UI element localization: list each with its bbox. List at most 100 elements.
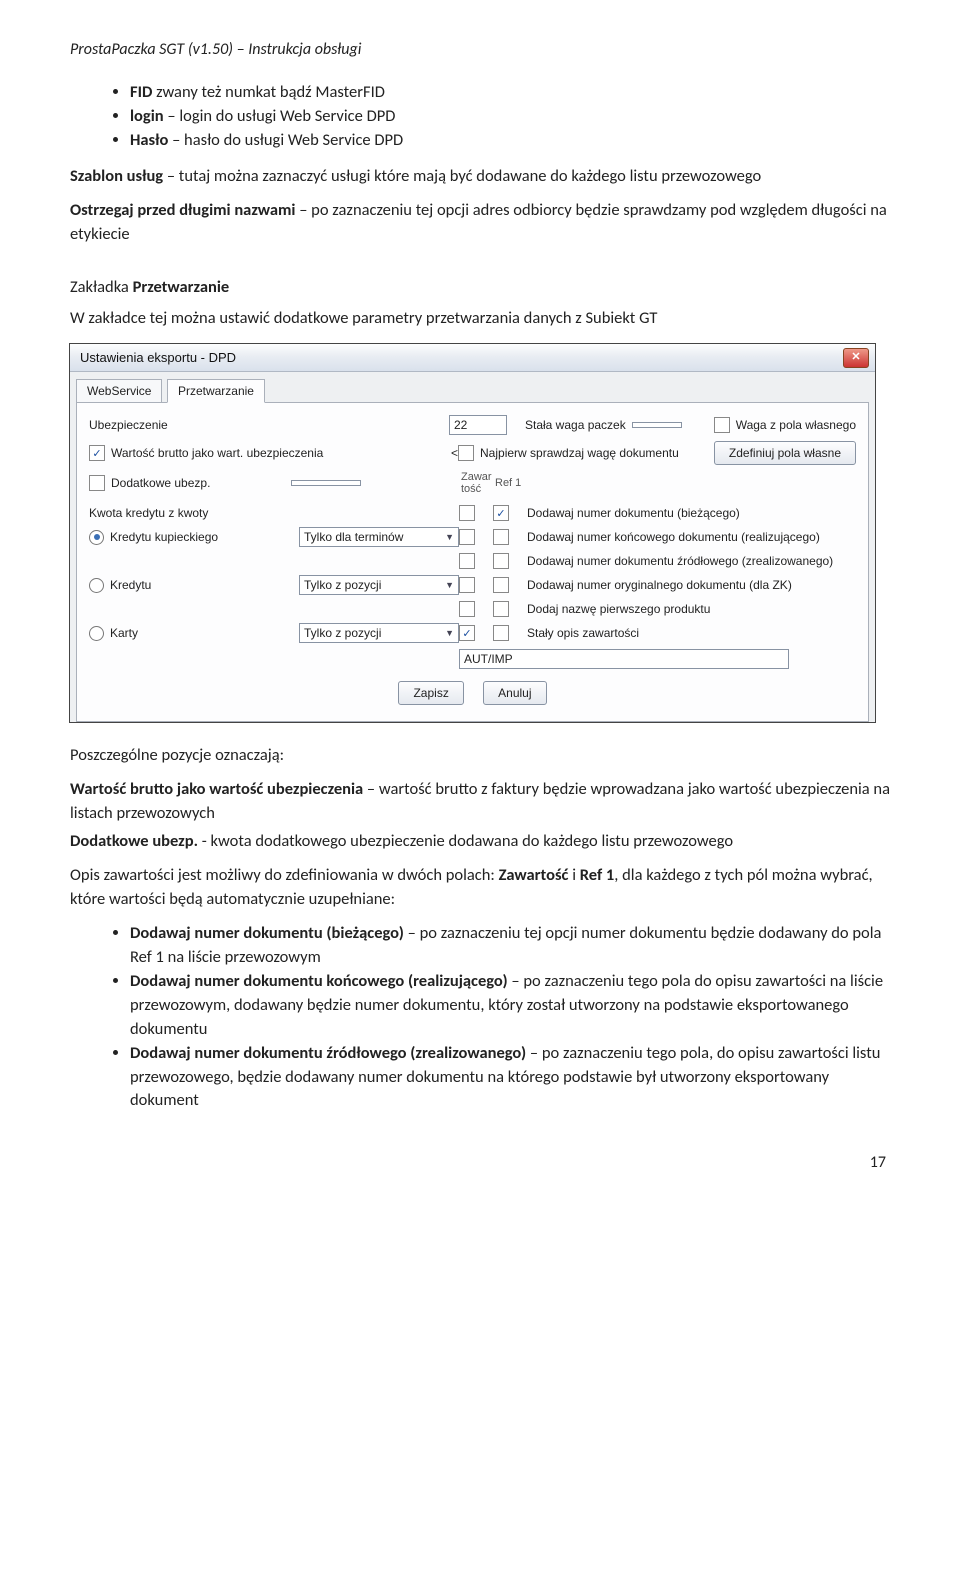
paragraph-ostrzegaj: Ostrzegaj przed długimi nazwami – po zaz… [70,199,890,247]
label-kredytu: Kredytu [110,578,151,592]
label-stala-waga: Stała waga paczek [525,418,626,432]
input-aut-imp[interactable]: AUT/IMP [459,649,789,669]
zakladka-name: Przetwarzanie [133,277,230,297]
combo-tylko-pozycji-2[interactable]: Tylko z pozycji ▼ [299,623,459,643]
label-ubezpieczenie: Ubezpieczenie [89,418,279,432]
dialog-title: Ustawienia eksportu - DPD [80,350,236,365]
cb-ref1-staly[interactable] [493,625,509,641]
opt-koncowego: Dodawaj numer dokumentu końcowego (reali… [130,970,890,1042]
checkbox-najpierw-sprawdzaj[interactable] [458,445,474,461]
opt-zrodlowego: Dodawaj numer dokumentu źródłowego (zrea… [130,1042,890,1114]
button-zapisz[interactable]: Zapisz [398,681,463,705]
cb-ref1-zrod[interactable] [493,553,509,569]
def-login-term: login [130,106,164,126]
paragraph-pozycje: Poszczególne pozycje oznaczają: [70,744,890,768]
combo-tylko-pozycji-1[interactable]: Tylko z pozycji ▼ [299,575,459,595]
combo-tylko-pozycji-2-value: Tylko z pozycji [304,626,381,640]
tab-pane-przetwarzanie: Ubezpieczenie 22 Stała waga paczek Waga … [76,402,869,722]
opt-voc-2-term: Dodawaj numer dokumentu końcowego (reali… [130,971,508,991]
dialog-title-bar: Ustawienia eksportu - DPD ✕ [70,344,875,372]
opt-biezacego: Dodawaj numer dokumentu (bieżącego) – po… [130,922,890,970]
section-zakladka: Zakładka Przetwarzanie [70,277,890,297]
cb-zaw-biez[interactable] [459,505,475,521]
opt-voc-3-term: Dodawaj numer dokumentu źródłowego (zrea… [130,1043,526,1063]
def-haslo: Hasło – hasło do usługi Web Service DPD [130,129,890,153]
def-login-text: – login do usługi Web Service DPD [164,106,396,126]
opt-voc-1-term: Dodawaj numer dokumentu (bieżącego) [130,923,404,943]
radio-kredytu[interactable] [89,578,104,593]
label-dodawaj-koncowego: Dodawaj numer końcowego dokumentu (reali… [527,530,856,544]
paragraph-opis-zawartosci: Opis zawartości jest możliwy do zdefinio… [70,864,890,912]
label-dodaj-nazwe: Dodaj nazwę pierwszego produktu [527,602,856,616]
paragraph-wartosc-brutto: Wartość brutto jako wartość ubezpieczeni… [70,778,890,826]
cb-zaw-konc[interactable] [459,529,475,545]
label-kredytu-kupieckiego: Kredytu kupieckiego [110,530,218,544]
paragraph-dodatkowe-ubezp: Dodatkowe ubezp. - kwota dodatkowego ube… [70,830,890,854]
tab-przetwarzanie[interactable]: Przetwarzanie [167,379,265,403]
close-icon[interactable]: ✕ [843,348,869,368]
label-dodawaj-zrodlowego: Dodawaj numer dokumentu źródłowego (zrea… [527,554,856,568]
opis-zawartosc-term: Zawartość [499,865,569,885]
szablon-text: – tutaj można zaznaczyć usługi które maj… [163,166,761,186]
button-zdefiniuj-pola[interactable]: Zdefiniuj pola własne [714,441,856,465]
paragraph-zakladka: W zakładce tej można ustawić dodatkowe p… [70,307,890,331]
label-wartosc-brutto: Wartość brutto jako wart. ubezpieczenia [111,446,451,460]
cb-ref1-nazwe[interactable] [493,601,509,617]
dodatkowe-ubezp-term: Dodatkowe ubezp. [70,831,198,851]
combo-tylko-terminow[interactable]: Tylko dla terminów ▼ [299,527,459,547]
szablon-term: Szablon usług [70,166,163,186]
document-header: ProstaPaczka SGT (v1.50) – Instrukcja ob… [70,40,890,59]
cb-zaw-oryg[interactable] [459,577,475,593]
ostrzegaj-term: Ostrzegaj przed długimi nazwami [70,200,296,220]
button-anuluj[interactable]: Anuluj [483,681,546,705]
radio-karty[interactable] [89,626,104,641]
label-waga-pola: Waga z pola własnego [736,418,856,432]
cb-zaw-staly[interactable] [459,625,475,641]
header-zawartosc: Zawar tość [461,471,495,495]
wartosc-brutto-term: Wartość brutto jako wartość ubezpieczeni… [70,779,363,799]
cb-zaw-zrod[interactable] [459,553,475,569]
def-fid-text: zwany też numkat bądź MasterFID [152,82,385,102]
checkbox-waga-pola[interactable] [714,417,730,433]
cb-ref1-biez[interactable] [493,505,509,521]
definitions-list: FID zwany też numkat bądź MasterFID logi… [70,81,890,153]
cb-ref1-konc[interactable] [493,529,509,545]
def-login: login – login do usługi Web Service DPD [130,105,890,129]
checkbox-dodatkowe-ubezp[interactable] [89,475,105,491]
chevron-down-icon: ▼ [445,580,454,590]
label-dodawaj-biezacego: Dodawaj numer dokumentu (bieżącego) [527,506,856,520]
label-karty: Karty [110,626,138,640]
def-fid-term: FID [130,82,152,102]
cb-ref1-oryg[interactable] [493,577,509,593]
tab-strip: WebService Przetwarzanie [70,372,875,402]
input-ubezpieczenie[interactable]: 22 [449,415,507,435]
combo-tylko-pozycji-1-value: Tylko z pozycji [304,578,381,592]
export-settings-dialog: Ustawienia eksportu - DPD ✕ WebService P… [70,344,875,722]
def-haslo-text: – hasło do usługi Web Service DPD [168,130,403,150]
cb-zaw-nazwe[interactable] [459,601,475,617]
opis-mid: i [568,865,579,885]
chevron-down-icon: ▼ [445,532,454,542]
label-dodawaj-oryginalnego: Dodawaj numer oryginalnego dokumentu (dl… [527,578,856,592]
dodatkowe-ubezp-text: - kwota dodatkowego ubezpieczenie dodawa… [198,831,733,851]
opis-part1: Opis zawartości jest możliwy do zdefinio… [70,865,499,885]
label-dodatkowe-ubezp: Dodatkowe ubezp. [111,476,291,490]
options-list: Dodawaj numer dokumentu (bieżącego) – po… [70,922,890,1113]
chevron-down-icon: ▼ [445,628,454,638]
opis-ref1-term: Ref 1 [580,865,615,885]
combo-tylko-terminow-value: Tylko dla terminów [304,530,403,544]
checkbox-wartosc-brutto[interactable] [89,445,105,461]
page-number: 17 [70,1153,890,1172]
label-staly-opis: Stały opis zawartości [527,626,856,640]
def-haslo-term: Hasło [130,130,168,150]
input-dodatkowe-ubezp[interactable] [291,480,361,486]
zakladka-prefix: Zakładka [70,277,133,297]
tab-webservice[interactable]: WebService [76,379,162,402]
header-ref1: Ref 1 [495,477,529,489]
radio-kredytu-kupieckiego[interactable] [89,530,104,545]
label-najpierw-sprawdzaj: Najpierw sprawdzaj wagę dokumentu [480,446,679,460]
label-kwota-kredytu: Kwota kredytu z kwoty [89,506,299,520]
def-fid: FID zwany też numkat bądź MasterFID [130,81,890,105]
paragraph-szablon: Szablon usług – tutaj można zaznaczyć us… [70,165,890,189]
input-stala-waga[interactable] [632,422,682,428]
